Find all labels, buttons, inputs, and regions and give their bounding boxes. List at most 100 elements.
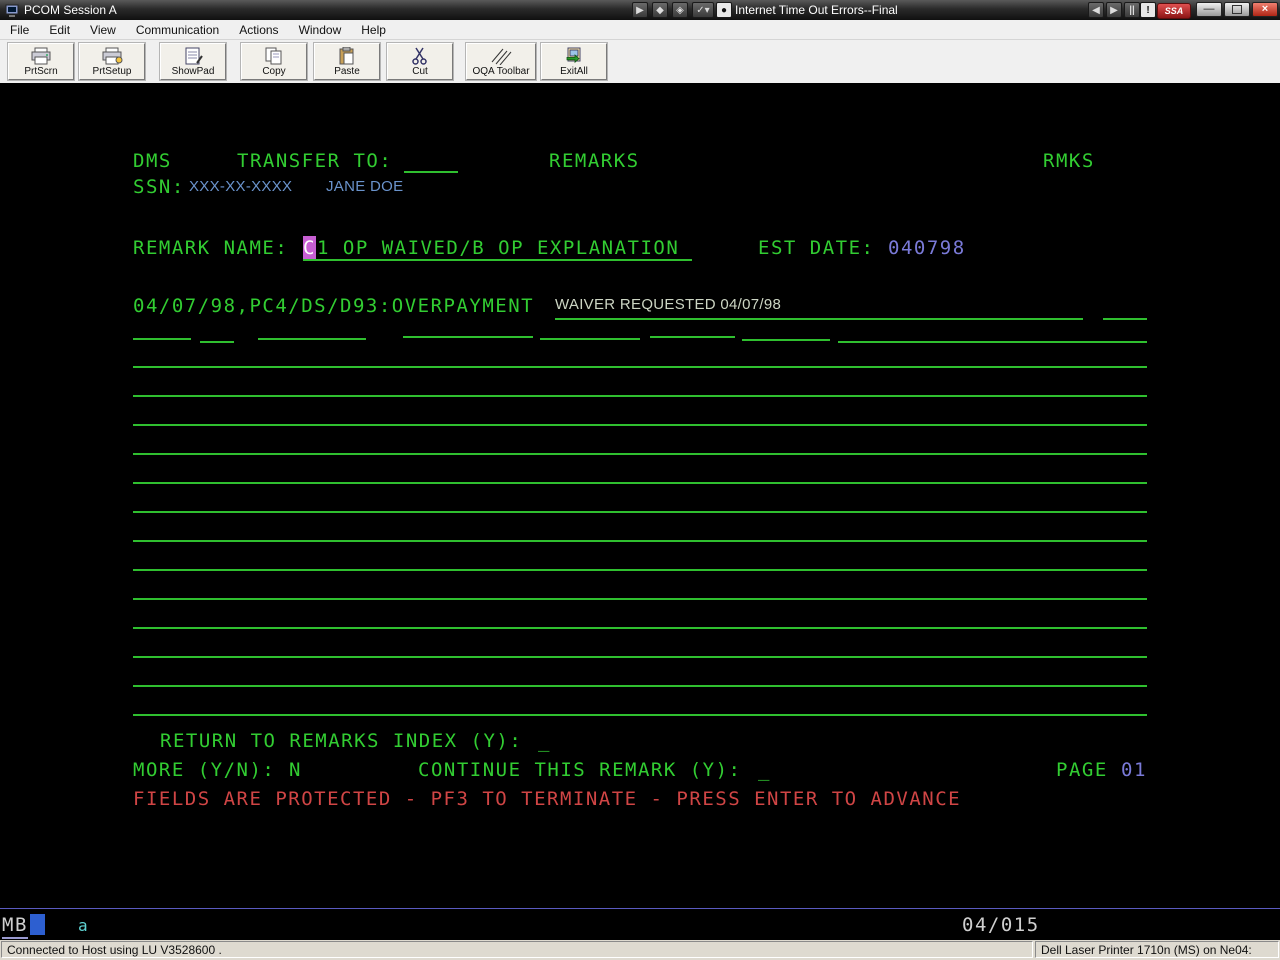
remark-blank-line [133,338,191,340]
prtscrn-button[interactable]: PrtScrn [8,43,74,80]
est-date-value: 040798 [888,236,966,260]
menu-file[interactable]: File [0,20,39,39]
minimize-button[interactable]: — [1196,2,1222,17]
record-icon[interactable]: ● [716,2,732,18]
copy-button[interactable]: Copy [241,43,307,80]
transfer-to-field[interactable] [404,171,458,173]
screen-code: RMKS [1043,149,1095,173]
protected-fields-message: FIELDS ARE PROTECTED - PF3 TO TERMINATE … [133,787,961,811]
remark-name-label: REMARK NAME: [133,236,288,260]
app-id: DMS [133,149,172,173]
remark-text-line: 04/07/98,PC4/DS/D93:OVERPAYMENT [133,294,534,318]
page-number: 01 [1121,758,1147,782]
continue-remark-label: CONTINUE THIS REMARK (Y): [418,758,741,782]
maximize-icon [1232,5,1242,14]
notepad-icon [182,47,204,65]
toolbar-button-label: ShowPad [172,66,215,77]
titlebar: PCOM Session A ▶ ◆ ◈ ✓▾ ● Internet Time … [0,0,1280,20]
continue-input-field[interactable]: _ [758,758,771,782]
menu-help[interactable]: Help [351,20,396,39]
diamond-icon[interactable]: ◆ [652,2,668,18]
input-cursor[interactable]: C [303,236,316,260]
close-button[interactable]: × [1252,2,1278,17]
est-date-label: EST DATE: [758,236,874,260]
toolbar: PrtScrn PrtSetup ShowPad Copy Paste [0,40,1280,84]
ssn-masked-value: XXX-XX-XXXX [189,178,292,195]
spade-icon[interactable]: ◈ [672,2,688,18]
toolbar-button-label: Cut [412,66,428,77]
statusbar: Connected to Host using LU V3528600 . De… [0,940,1280,960]
more-label: MORE (Y/N): [133,758,275,782]
remark-blank-line [258,338,366,340]
connection-status: Connected to Host using LU V3528600 . [1,941,1033,958]
return-prompt-label: RETURN TO REMARKS INDEX (Y): [160,729,522,753]
ssn-label: SSN: [133,175,185,199]
menubar: File Edit View Communication Actions Win… [0,20,1280,40]
scissors-icon [409,47,431,65]
paste-button[interactable]: Paste [314,43,380,80]
menu-edit[interactable]: Edit [39,20,80,39]
oia-language-indicator: a [78,914,89,938]
printer-setup-icon [100,47,124,65]
remark-blank-line [838,341,1147,343]
toolbar-button-label: Copy [262,66,285,77]
remark-blank-line [133,424,1147,426]
page-label: PAGE [1056,758,1108,782]
terminal-screen[interactable]: DMS TRANSFER TO: REMARKS RMKS SSN: XXX-X… [0,83,1280,940]
oqa-toolbar-button[interactable]: OQA Toolbar [466,43,536,80]
toolbar-button-label: PrtScrn [24,66,57,77]
printer-icon [29,47,53,65]
nav-dropdown-icon[interactable]: ▶ [632,2,648,18]
hatch-lines-icon [490,47,512,65]
prev-icon[interactable]: ◀ [1088,2,1104,18]
oia-status: MB [2,913,28,939]
screen-title: REMARKS [549,149,640,173]
next-icon[interactable]: ▶ [1106,2,1122,18]
remark-blank-line [200,341,234,343]
toolbar-button-label: Paste [334,66,360,77]
remark-name-value[interactable]: 1 OP WAIVED/B OP EXPLANATION [317,236,679,260]
pause-icon[interactable]: || [1124,2,1140,18]
remark-blank-line [133,511,1147,513]
exit-door-icon [563,47,585,65]
showpad-button[interactable]: ShowPad [160,43,226,80]
transfer-to-label: TRANSFER TO: [237,149,392,173]
alert-icon[interactable]: ! [1140,2,1156,18]
window-title: PCOM Session A [24,3,117,17]
menu-actions[interactable]: Actions [229,20,288,39]
toolbar-button-label: OQA Toolbar [472,66,529,77]
more-value[interactable]: N [289,758,302,782]
menu-communication[interactable]: Communication [126,20,229,39]
prtsetup-button[interactable]: PrtSetup [79,43,145,80]
maximize-button[interactable] [1224,2,1250,17]
remark-blank-line [133,482,1147,484]
remark-blank-line [1103,318,1147,320]
menu-view[interactable]: View [80,20,126,39]
pcom-window: PCOM Session A ▶ ◆ ◈ ✓▾ ● Internet Time … [0,0,1280,960]
remark-blank-line [133,714,1147,716]
remark-blank-line [133,598,1147,600]
remark-name-field-underline [303,259,692,261]
return-input-field[interactable]: _ [538,729,551,753]
overlay-window-title: Internet Time Out Errors--Final [735,3,898,17]
exitall-button[interactable]: ExitAll [541,43,607,80]
app-icon [4,2,20,18]
oia-separator [0,908,1280,909]
remark-blank-line [133,540,1147,542]
remark-blank-line [133,656,1147,658]
remark-blank-line [742,339,830,341]
toolbar-button-label: PrtSetup [93,66,132,77]
toolbar-button-label: ExitAll [560,66,588,77]
remark-blank-line [133,366,1147,368]
printer-status: Dell Laser Printer 1710n (MS) on Ne04: [1035,941,1279,958]
cut-button[interactable]: Cut [387,43,453,80]
check-dropdown-icon[interactable]: ✓▾ [692,2,714,18]
remark-blank-line [133,395,1147,397]
paste-icon [336,47,358,65]
menu-window[interactable]: Window [289,20,352,39]
redaction-annotation: WAIVER REQUESTED 04/07/98 [555,296,781,313]
ssa-logo: SSA [1157,3,1191,19]
remark-blank-line [555,318,1083,320]
remark-blank-line [133,569,1147,571]
remark-blank-line [133,453,1147,455]
